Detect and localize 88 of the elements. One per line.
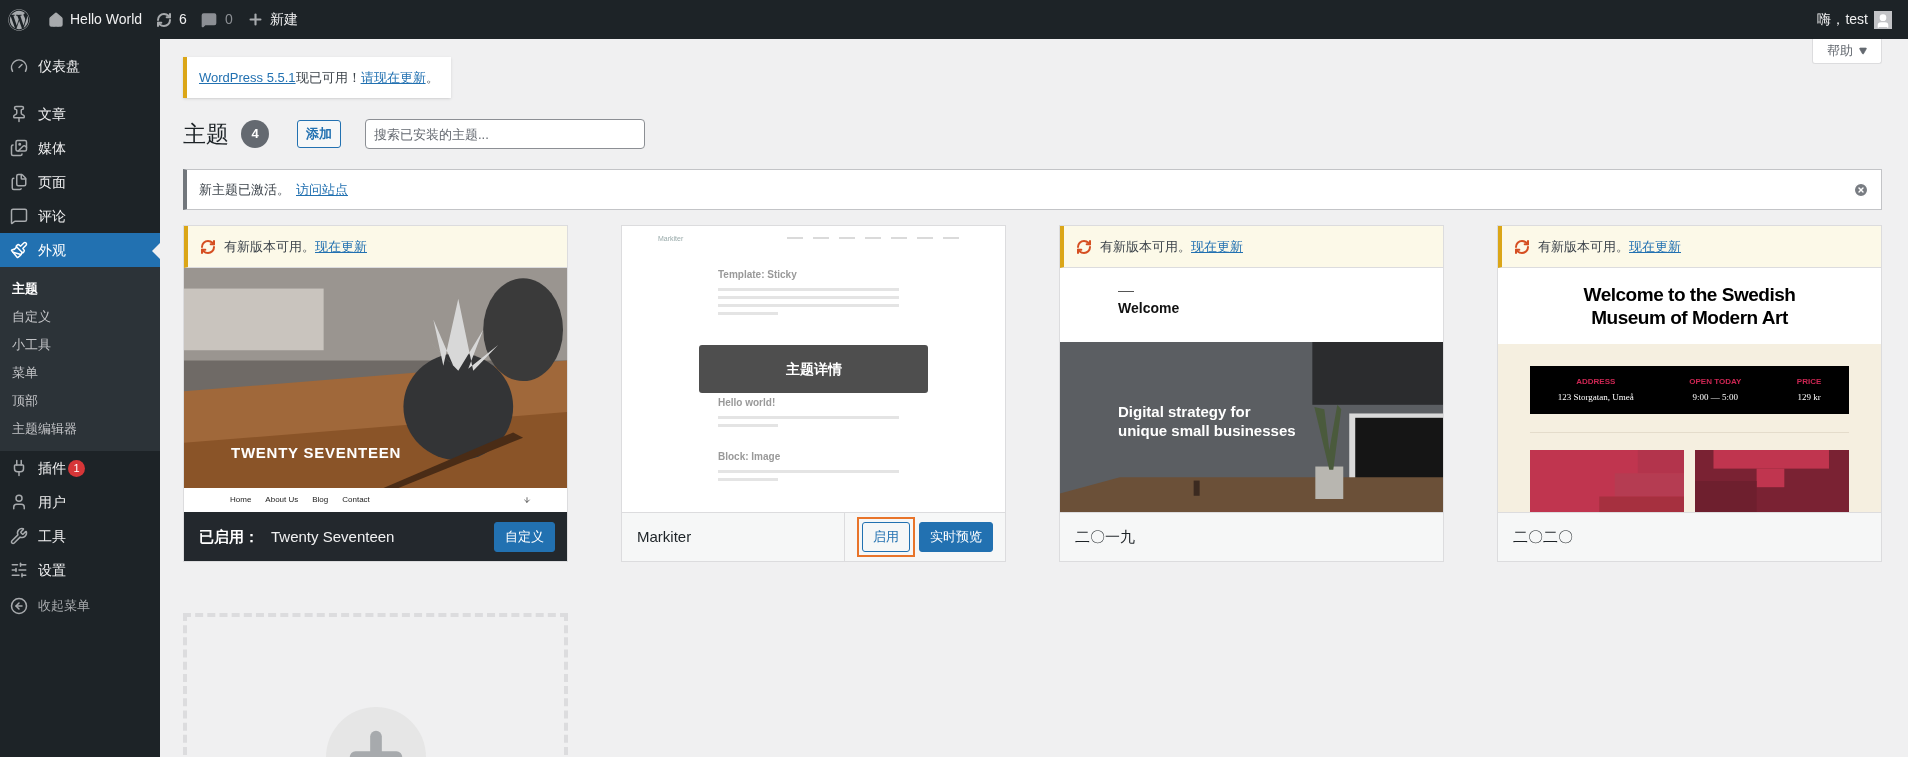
theme-card[interactable]: 有新版本可用。现在更新 Welcome Digital strategy for unique small businesses 二〇一九: [1059, 225, 1444, 562]
update-text: 有新版本可用。: [224, 237, 315, 256]
new-link[interactable]: 新建: [246, 9, 298, 30]
submenu-item[interactable]: 主题编辑器: [0, 415, 160, 443]
plus-icon: [246, 11, 264, 28]
pin-icon: [10, 105, 28, 123]
count-badge: 1: [68, 459, 85, 477]
theme-card[interactable]: 有新版本可用。现在更新 Welcome to the Swedish Museum of Modern Art ADDRESS 123 Storgatan, Umeå OPEN TODAY 9:00 — 5:00 PRICE 129 kr 二〇二〇: [1497, 225, 1882, 562]
caret-icon: [1859, 47, 1867, 55]
sidebar-item[interactable]: 工具: [0, 519, 160, 553]
wordpress-logo-icon[interactable]: [8, 8, 30, 31]
refresh-icon: [200, 238, 216, 255]
comment-icon: [200, 11, 217, 28]
activate-button[interactable]: 启用: [862, 522, 910, 552]
site-link[interactable]: Hello World: [48, 9, 143, 30]
notice-text: 现已可用！: [295, 68, 361, 87]
notice-end: 。: [425, 68, 439, 87]
notice-text: 新主题已激活。: [199, 180, 290, 199]
sidebar-item[interactable]: 用户: [0, 485, 160, 519]
submenu-item[interactable]: 主题: [0, 275, 160, 303]
refresh-icon: [1076, 238, 1092, 255]
gauge-icon: [10, 57, 28, 75]
search-field[interactable]: 搜索已安装的主题...: [365, 119, 645, 149]
theme-name: 二〇一九: [1075, 526, 1135, 547]
page-title: 主题: [183, 119, 229, 149]
submenu-item[interactable]: 顶部: [0, 387, 160, 415]
sidebar-item[interactable]: 页面: [0, 165, 160, 199]
info-label: PRICE: [1796, 375, 1822, 388]
arrow-down-icon: [523, 496, 531, 504]
images-icon: [10, 139, 28, 157]
sidebar-item[interactable]: 外观: [0, 233, 160, 267]
help-button[interactable]: 帮助: [1812, 39, 1882, 64]
updates-link[interactable]: 6: [156, 9, 187, 30]
post-title: Template: Sticky: [718, 267, 798, 282]
submenu-item[interactable]: 自定义: [0, 303, 160, 331]
account-link[interactable]: 嗨，test: [1817, 9, 1892, 30]
dismiss-icon[interactable]: [1853, 181, 1869, 198]
add-button[interactable]: 添加: [297, 120, 341, 148]
visit-site-link[interactable]: 访问站点: [296, 179, 348, 200]
comments-link[interactable]: 0: [200, 9, 233, 30]
submenu-item[interactable]: 菜单: [0, 359, 160, 387]
pages-icon: [10, 173, 28, 191]
submenu-item[interactable]: 小工具: [0, 331, 160, 359]
comment-icon: [10, 207, 28, 225]
update-text: 有新版本可用。: [1100, 237, 1191, 256]
update-link[interactable]: 现在更新: [315, 236, 367, 257]
info-label: OPEN TODAY: [1689, 375, 1742, 388]
site-title: TWENTY SEVENTEEN: [231, 442, 402, 463]
update-text: 有新版本可用。: [1538, 237, 1629, 256]
wordpress-version-link[interactable]: WordPress 5.5.1: [199, 67, 296, 88]
preview-headline: Digital strategy for unique small businesses: [1118, 402, 1297, 440]
theme-count-badge: 4: [241, 120, 269, 148]
collapse-menu-button[interactable]: 收起菜单: [0, 589, 160, 623]
info-label: ADDRESS: [1576, 375, 1616, 388]
info-value: 9:00 — 5:00: [1692, 390, 1739, 404]
preview-welcome: Welcome: [1118, 299, 1181, 318]
update-link[interactable]: 现在更新: [1629, 236, 1681, 257]
sidebar-item[interactable]: 评论: [0, 199, 160, 233]
post-title: Hello world!: [718, 395, 777, 410]
avatar-icon: [1874, 10, 1892, 29]
brush-icon: [10, 241, 28, 259]
sidebar-item[interactable]: 设置: [0, 553, 160, 587]
info-value: 123 Storgatan, Umeå: [1557, 390, 1634, 404]
sidebar-item[interactable]: 仪表盘: [0, 49, 160, 83]
collapse-icon: [10, 597, 28, 615]
primary-button[interactable]: 自定义: [494, 522, 555, 552]
wrench-icon: [10, 527, 28, 545]
refresh-icon: [1514, 238, 1530, 255]
preview-title: Welcome to the Swedish Museum of Modern Art: [1582, 283, 1797, 329]
post-title: Block: Image: [718, 449, 782, 464]
update-now-link[interactable]: 请现在更新: [360, 67, 426, 88]
theme-name: Markiter: [637, 526, 692, 547]
sidebar-item[interactable]: 文章: [0, 97, 160, 131]
theme-name: 二〇二〇: [1513, 526, 1573, 547]
theme-name: Twenty Seventeen: [271, 526, 395, 547]
refresh-icon: [156, 11, 173, 28]
sidebar-item[interactable]: 插件 1: [0, 451, 160, 485]
sliders-icon: [10, 561, 28, 579]
sidebar-item[interactable]: 媒体: [0, 131, 160, 165]
current-marker: [152, 243, 160, 259]
home-icon: [48, 11, 64, 28]
primary-button[interactable]: 实时预览: [919, 522, 993, 552]
info-value: 129 kr: [1797, 390, 1821, 404]
theme-card[interactable]: 有新版本可用。现在更新 TWENTY SEVENTEEN Home About Us Blog Contact 已启用： Twenty Seventeen 自定义: [183, 225, 568, 562]
theme-details-overlay[interactable]: 主题详情: [699, 345, 928, 393]
active-label: 已启用：: [199, 526, 259, 547]
user-icon: [10, 493, 28, 511]
update-link[interactable]: 现在更新: [1191, 236, 1243, 257]
